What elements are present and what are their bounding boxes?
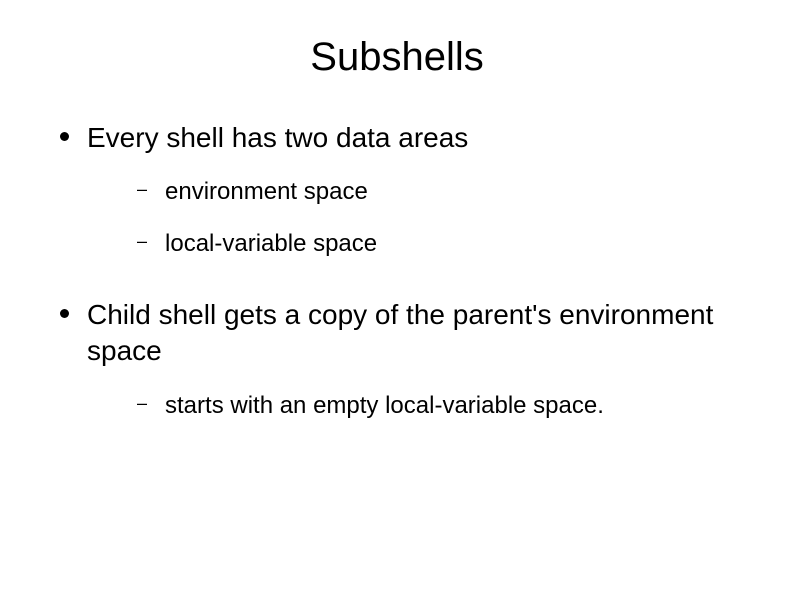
bullet-icon bbox=[60, 132, 69, 141]
bullet-list: Every shell has two data areas – environ… bbox=[60, 120, 744, 441]
list-item-body: Every shell has two data areas – environ… bbox=[87, 120, 468, 279]
list-item-text: Child shell gets a copy of the parent's … bbox=[87, 299, 713, 366]
list-item-text: environment space bbox=[165, 176, 368, 207]
list-item: Every shell has two data areas – environ… bbox=[60, 120, 744, 279]
list-item: – local-variable space bbox=[137, 228, 468, 259]
list-item-body: Child shell gets a copy of the parent's … bbox=[87, 297, 744, 441]
list-item: – environment space bbox=[137, 176, 468, 207]
list-item-text: starts with an empty local-variable spac… bbox=[165, 390, 604, 421]
slide-content: Every shell has two data areas – environ… bbox=[50, 120, 744, 441]
dash-icon: – bbox=[137, 179, 147, 200]
list-item: – starts with an empty local-variable sp… bbox=[137, 390, 744, 421]
list-item-text: local-variable space bbox=[165, 228, 377, 259]
dash-icon: – bbox=[137, 231, 147, 252]
dash-icon: – bbox=[137, 393, 147, 414]
bullet-icon bbox=[60, 309, 69, 318]
list-item: Child shell gets a copy of the parent's … bbox=[60, 297, 744, 441]
sub-bullet-list: – environment space – local-variable spa… bbox=[137, 176, 468, 258]
list-item-text: Every shell has two data areas bbox=[87, 122, 468, 153]
slide-title: Subshells bbox=[50, 35, 744, 80]
sub-bullet-list: – starts with an empty local-variable sp… bbox=[137, 390, 744, 421]
slide: Subshells Every shell has two data areas… bbox=[0, 0, 794, 595]
